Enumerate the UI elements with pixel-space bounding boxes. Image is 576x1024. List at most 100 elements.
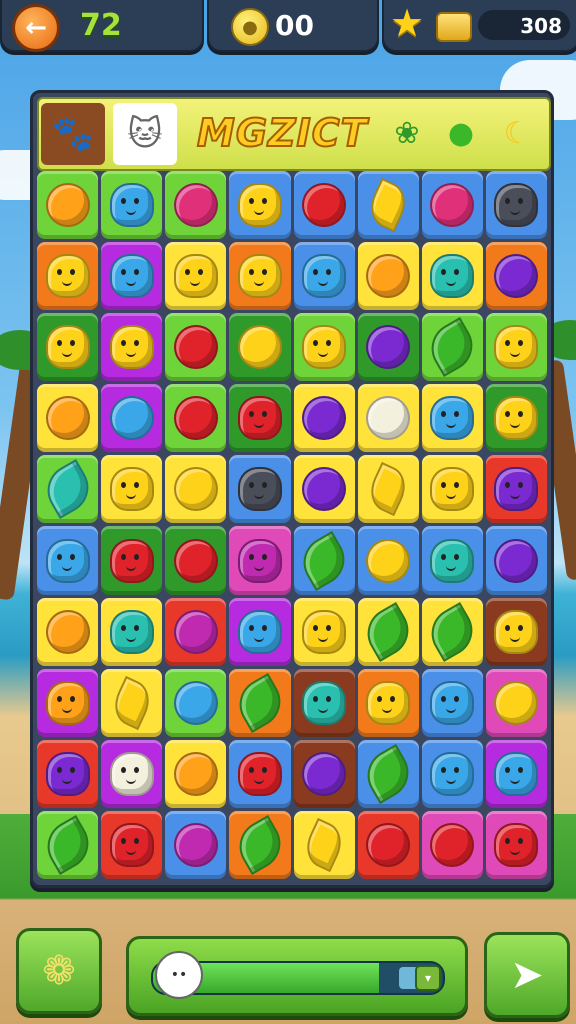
board-tile[interactable] <box>101 313 163 382</box>
board-tile[interactable] <box>165 810 227 879</box>
board-tile[interactable] <box>37 810 99 879</box>
board-tile[interactable] <box>293 171 355 240</box>
board-tile[interactable] <box>101 597 163 666</box>
magenta-critter-icon <box>237 538 282 583</box>
board-tile[interactable] <box>101 242 163 311</box>
board-tile[interactable] <box>357 526 419 595</box>
board-tile[interactable] <box>165 313 227 382</box>
board-tile[interactable] <box>293 313 355 382</box>
board-tile[interactable] <box>421 171 483 240</box>
board-tile[interactable] <box>421 455 483 524</box>
board-tile[interactable] <box>293 526 355 595</box>
board-tile[interactable] <box>421 384 483 453</box>
board-tile[interactable] <box>165 597 227 666</box>
gray-critter-icon <box>237 467 282 512</box>
board-tile[interactable] <box>229 384 291 453</box>
board-tile[interactable] <box>485 455 547 524</box>
magenta-fruit-icon <box>173 822 218 867</box>
board-tile[interactable] <box>229 171 291 240</box>
board-tile[interactable] <box>37 739 99 808</box>
board-tile[interactable] <box>357 668 419 737</box>
board-tile[interactable] <box>421 526 483 595</box>
board-tile[interactable] <box>229 739 291 808</box>
board-tile[interactable] <box>165 171 227 240</box>
board-tile[interactable] <box>229 810 291 879</box>
board-tile[interactable] <box>165 668 227 737</box>
board-tile[interactable] <box>101 455 163 524</box>
board-tile[interactable] <box>165 739 227 808</box>
board-tile[interactable] <box>485 242 547 311</box>
board-tile[interactable] <box>37 242 99 311</box>
back-arrow-icon[interactable]: ← <box>12 4 60 52</box>
green-leaf-icon <box>358 743 419 804</box>
board-tile[interactable] <box>357 384 419 453</box>
board-tile[interactable] <box>229 242 291 311</box>
coins-panel: ● 00 <box>207 0 379 52</box>
board-tile[interactable] <box>229 313 291 382</box>
board-tile[interactable] <box>37 171 99 240</box>
yellow-critter-icon <box>45 254 90 299</box>
board-tile[interactable] <box>421 739 483 808</box>
board-tile[interactable] <box>229 526 291 595</box>
board-tile[interactable] <box>485 526 547 595</box>
board-tile[interactable] <box>357 597 419 666</box>
board-tile[interactable] <box>485 668 547 737</box>
board-tile[interactable] <box>293 455 355 524</box>
cat-avatar-icon[interactable]: 🐱 <box>113 103 177 165</box>
board-tile[interactable] <box>485 313 547 382</box>
board-tile[interactable] <box>165 526 227 595</box>
board-tile[interactable] <box>101 384 163 453</box>
board-tile[interactable] <box>101 810 163 879</box>
board-tile[interactable] <box>485 171 547 240</box>
board-tile[interactable] <box>421 597 483 666</box>
board-tile[interactable] <box>293 668 355 737</box>
board-tile[interactable] <box>421 668 483 737</box>
board-tile[interactable] <box>101 739 163 808</box>
board-tile[interactable] <box>229 668 291 737</box>
blue-critter-icon <box>302 254 347 299</box>
board-tile[interactable] <box>357 242 419 311</box>
board-tile[interactable] <box>293 384 355 453</box>
board-tile[interactable] <box>37 384 99 453</box>
board-tile[interactable] <box>485 810 547 879</box>
board-tile[interactable] <box>229 597 291 666</box>
board-tile[interactable] <box>37 597 99 666</box>
board-tile[interactable] <box>357 313 419 382</box>
orange-fruit-icon <box>45 183 90 228</box>
board-tile[interactable] <box>101 668 163 737</box>
board-tile[interactable] <box>293 597 355 666</box>
board-tile[interactable] <box>229 455 291 524</box>
board-header: 🐾 🐱 MGZICT ❀ ● ☾ <box>37 97 551 171</box>
board-tile[interactable] <box>165 384 227 453</box>
board-tile[interactable] <box>293 242 355 311</box>
board-tile[interactable] <box>421 313 483 382</box>
board-tile[interactable] <box>485 597 547 666</box>
purple-fruit-icon <box>302 751 347 796</box>
board-tile[interactable] <box>37 313 99 382</box>
board-tile[interactable] <box>485 739 547 808</box>
board-tile[interactable] <box>485 384 547 453</box>
board-tile[interactable] <box>357 739 419 808</box>
teal-critter-icon <box>109 609 154 654</box>
board-tile[interactable] <box>101 171 163 240</box>
board-tile[interactable] <box>37 668 99 737</box>
red-critter-icon <box>237 396 282 441</box>
board-tile[interactable] <box>293 739 355 808</box>
white-fruit-icon <box>366 396 411 441</box>
board-tile[interactable] <box>421 242 483 311</box>
board-tile[interactable] <box>357 171 419 240</box>
bone-icon[interactable]: ➤ <box>484 932 570 1018</box>
orange-fruit-icon <box>45 609 90 654</box>
board-tile[interactable] <box>37 526 99 595</box>
board-tile[interactable] <box>421 810 483 879</box>
board-tile[interactable] <box>37 455 99 524</box>
raccoon-avatar-icon[interactable]: 🐾 <box>41 103 105 165</box>
board-tile[interactable] <box>357 455 419 524</box>
board-tile[interactable] <box>165 242 227 311</box>
board-tile[interactable] <box>165 455 227 524</box>
board-tile[interactable] <box>357 810 419 879</box>
pink-fruit-icon <box>430 183 475 228</box>
sun-critter-icon[interactable]: ❁ <box>16 928 102 1014</box>
board-tile[interactable] <box>293 810 355 879</box>
board-tile[interactable] <box>101 526 163 595</box>
